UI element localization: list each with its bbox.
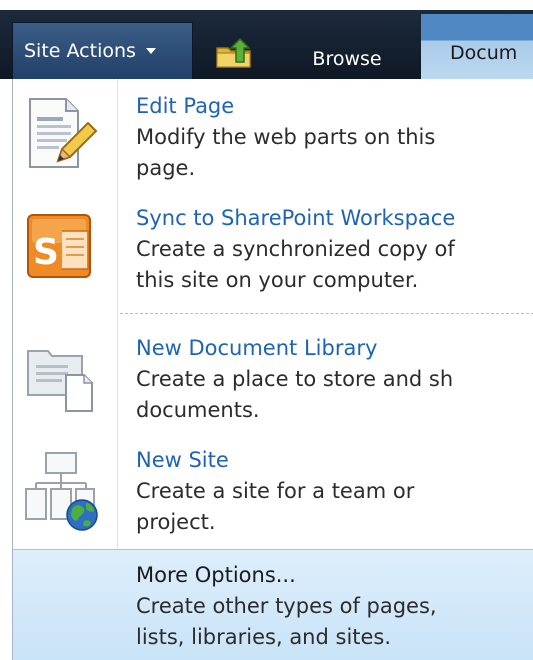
ribbon: Site Actions Browse Docum	[0, 0, 533, 79]
new-site-icon	[22, 451, 100, 531]
menu-item-text: New Document Library Create a place to s…	[136, 333, 533, 426]
menu-item-desc: Create a synchronized copy of	[136, 237, 455, 261]
sharepoint-workspace-icon: S	[22, 209, 100, 287]
svg-text:S: S	[33, 232, 59, 273]
site-actions-menu: Edit Page Modify the web parts on this p…	[12, 79, 533, 660]
menu-item-new-site[interactable]: New Site Create a site for a team or pro…	[13, 445, 533, 545]
tab-documents[interactable]: Docum	[421, 14, 533, 79]
menu-item-title: Sync to SharePoint Workspace	[136, 206, 456, 230]
menu-item-text: More Options... Create other types of pa…	[136, 560, 533, 653]
menu-item-more-options[interactable]: More Options... Create other types of pa…	[13, 549, 533, 660]
menu-item-new-document-library[interactable]: New Document Library Create a place to s…	[13, 333, 533, 433]
edit-page-icon	[22, 95, 100, 173]
menu-item-edit-page[interactable]: Edit Page Modify the web parts on this p…	[13, 91, 533, 191]
tab-documents-label: Docum	[450, 42, 518, 64]
navigate-up-icon[interactable]	[214, 36, 254, 70]
menu-item-desc: project.	[136, 510, 216, 534]
menu-item-desc: page.	[136, 156, 196, 180]
document-library-icon	[22, 337, 100, 415]
menu-item-desc: lists, libraries, and sites.	[136, 625, 392, 649]
menu-item-title: Edit Page	[136, 94, 235, 118]
menu-item-desc: Create other types of pages,	[136, 594, 437, 618]
menu-item-title: More Options...	[136, 563, 296, 587]
chevron-down-icon	[145, 48, 156, 54]
menu-item-desc: documents.	[136, 398, 260, 422]
menu-item-text: Sync to SharePoint Workspace Create a sy…	[136, 203, 533, 296]
menu-item-sync-workspace[interactable]: S Sync to SharePoint Workspace Create a …	[13, 203, 533, 303]
tab-browse[interactable]: Browse	[288, 42, 406, 79]
menu-item-desc: Create a place to store and sh	[136, 367, 454, 391]
menu-item-desc: Modify the web parts on this	[136, 125, 436, 149]
menu-item-desc: Create a site for a team or	[136, 479, 415, 503]
tab-browse-label: Browse	[312, 48, 382, 70]
site-actions-label: Site Actions	[24, 40, 136, 62]
menu-item-text: New Site Create a site for a team or pro…	[136, 445, 533, 538]
menu-item-desc: this site on your computer.	[136, 268, 419, 292]
site-actions-button[interactable]: Site Actions	[12, 22, 193, 79]
menu-divider	[120, 313, 533, 314]
menu-item-title: New Document Library	[136, 336, 378, 360]
menu-item-text: Edit Page Modify the web parts on this p…	[136, 91, 533, 184]
menu-item-title: New Site	[136, 448, 229, 472]
